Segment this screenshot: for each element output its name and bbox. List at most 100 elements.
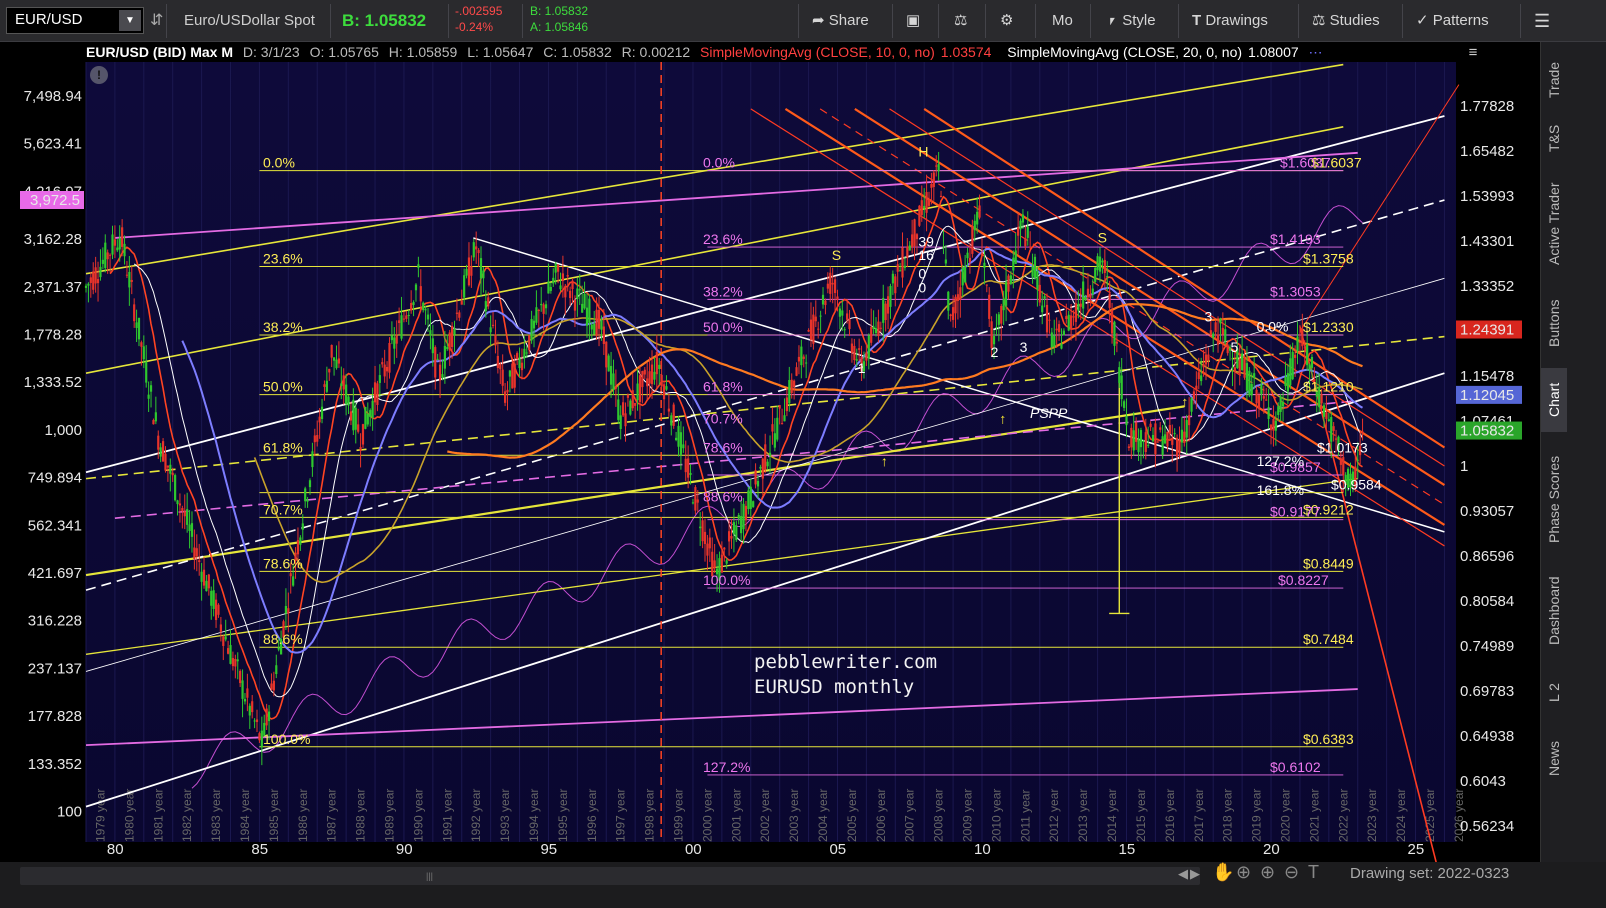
fib-left-label: 100.0%	[263, 731, 310, 747]
scroll-left-icon[interactable]: ◀	[1178, 866, 1188, 882]
candle-body	[800, 346, 803, 366]
style-button[interactable]: ⎖ Style	[1106, 8, 1156, 34]
monitor-icon[interactable]: ▣	[906, 8, 920, 34]
symbol-selector[interactable]: EUR/USD ▼	[6, 7, 144, 34]
drawing-set-label[interactable]: Drawing set: 2022-0323	[1350, 865, 1509, 882]
link-icon[interactable]: ⇵	[150, 8, 163, 34]
chart-menu-icon[interactable]: ≡	[1462, 44, 1484, 66]
year-label: 1997 year	[614, 789, 628, 842]
sidebar-tab-active-trader[interactable]: Active Trader	[1541, 170, 1567, 278]
candle-body	[248, 705, 251, 716]
sidebar-tab-chart[interactable]: Chart	[1541, 368, 1567, 432]
year-label: 1989 year	[382, 789, 396, 842]
sma10-value: 1.03574	[940, 44, 992, 60]
sidebar-tab-phase-scores[interactable]: Phase Scores	[1541, 444, 1567, 554]
timeframe-button[interactable]: Mo	[1052, 8, 1073, 34]
more-studies-indicator[interactable]: ⋯	[1309, 44, 1323, 60]
fib-mid-label: 0.0%	[703, 155, 735, 171]
right-axis-tick: 1.33352	[1460, 278, 1514, 295]
sidebar-tab-l-2[interactable]: L 2	[1541, 668, 1567, 718]
sidebar-tab-dashboard[interactable]: Dashboard	[1541, 564, 1567, 658]
year-label: 1982 year	[180, 789, 194, 842]
candle-body	[265, 708, 268, 726]
scroll-grip-icon[interactable]: |||	[426, 871, 444, 881]
alert-icon[interactable]: !	[90, 66, 108, 84]
patterns-button[interactable]: ✓ Patterns	[1416, 8, 1489, 34]
candle-body	[1322, 405, 1326, 417]
price-chart[interactable]: 1979 year 1980 year 1981 year 1982 year 1983…	[0, 42, 1540, 908]
candle-body	[1125, 415, 1128, 426]
drawings-button[interactable]: T Drawings	[1192, 8, 1268, 34]
candle-body	[1017, 227, 1020, 236]
fib-left-label: 70.7%	[263, 501, 303, 517]
candle-body	[496, 355, 499, 369]
text-tool-icon[interactable]: T	[1308, 862, 1319, 883]
chevron-down-icon[interactable]: ▼	[119, 10, 141, 31]
candle-body	[472, 242, 475, 258]
candle-body	[942, 246, 945, 248]
candle-body	[1154, 423, 1157, 455]
sidebar-tab-t-s[interactable]: T&S	[1541, 116, 1567, 160]
candle-body	[277, 647, 280, 650]
zoom-in-icon[interactable]: ⊕	[1260, 862, 1275, 883]
zoom-out-icon[interactable]: ⊖	[1284, 862, 1299, 883]
candle-body	[1327, 419, 1330, 422]
candle-body	[96, 279, 100, 284]
candle-body	[650, 364, 654, 385]
scroll-right-icon[interactable]: ▶	[1190, 866, 1200, 882]
candle-body	[636, 383, 639, 401]
candle-body	[795, 367, 798, 376]
candle-body	[634, 402, 637, 406]
candle-body	[506, 389, 509, 393]
candle-body	[164, 453, 167, 471]
candle-body	[113, 239, 117, 246]
gear-icon[interactable]: ⚙	[1000, 8, 1013, 34]
candle-body	[289, 573, 292, 577]
candle-body	[1014, 250, 1017, 264]
sidebar-tab-news[interactable]: News	[1541, 728, 1567, 788]
fib-left-label: 50.0%	[263, 379, 303, 395]
candle-body	[1009, 275, 1012, 284]
candle-body	[239, 670, 242, 684]
price-label: $0.6383	[1303, 731, 1354, 747]
menu-icon[interactable]: ☰	[1534, 8, 1550, 34]
share-button[interactable]: ➦ Share	[812, 8, 869, 34]
candle-body	[1094, 267, 1097, 282]
sidebar-tab-trade[interactable]: Trade	[1541, 46, 1567, 114]
candle-body	[607, 355, 610, 372]
candle-body	[407, 315, 410, 317]
chart-area[interactable]: 1979 year 1980 year 1981 year 1982 year 1983…	[0, 42, 1540, 908]
info-open: O: 1.05765	[309, 44, 379, 60]
candle-body	[1281, 401, 1285, 407]
year-label: 2022 year	[1336, 789, 1350, 842]
candle-body	[1356, 459, 1359, 461]
candle-body	[1033, 256, 1037, 278]
candle-body	[682, 444, 685, 449]
studies-label: Studies	[1329, 12, 1380, 29]
x-axis-tick: 15	[1119, 841, 1136, 858]
candle-body	[874, 328, 878, 333]
candle-body	[643, 369, 646, 375]
candle-body	[436, 358, 439, 360]
flask-icon[interactable]: ⚖	[954, 8, 967, 34]
candle-body	[422, 302, 425, 311]
year-label: 1993 year	[498, 789, 512, 842]
horizontal-scrollbar[interactable]: |||	[20, 867, 1200, 885]
studies-button[interactable]: ⚖ Studies	[1312, 8, 1380, 34]
candle-body	[1166, 431, 1169, 447]
sidebar-tab-buttons[interactable]: Buttons	[1541, 288, 1567, 358]
fib-left-label: 78.6%	[263, 555, 303, 571]
symbol-value[interactable]: EUR/USD	[15, 11, 83, 28]
pan-icon[interactable]: ✋	[1212, 862, 1234, 883]
candle-body	[347, 396, 350, 406]
candle-body	[1294, 354, 1297, 358]
candle-body	[951, 307, 955, 320]
candle-body	[1060, 343, 1063, 349]
candle-body	[318, 416, 321, 423]
crosshair-icon[interactable]: ⊕	[1236, 862, 1251, 883]
right-axis-tick: 1	[1460, 458, 1468, 475]
year-label: 2008 year	[932, 789, 946, 842]
candle-body	[1277, 406, 1280, 415]
candle-body	[193, 547, 196, 560]
candle-body	[1173, 433, 1176, 435]
